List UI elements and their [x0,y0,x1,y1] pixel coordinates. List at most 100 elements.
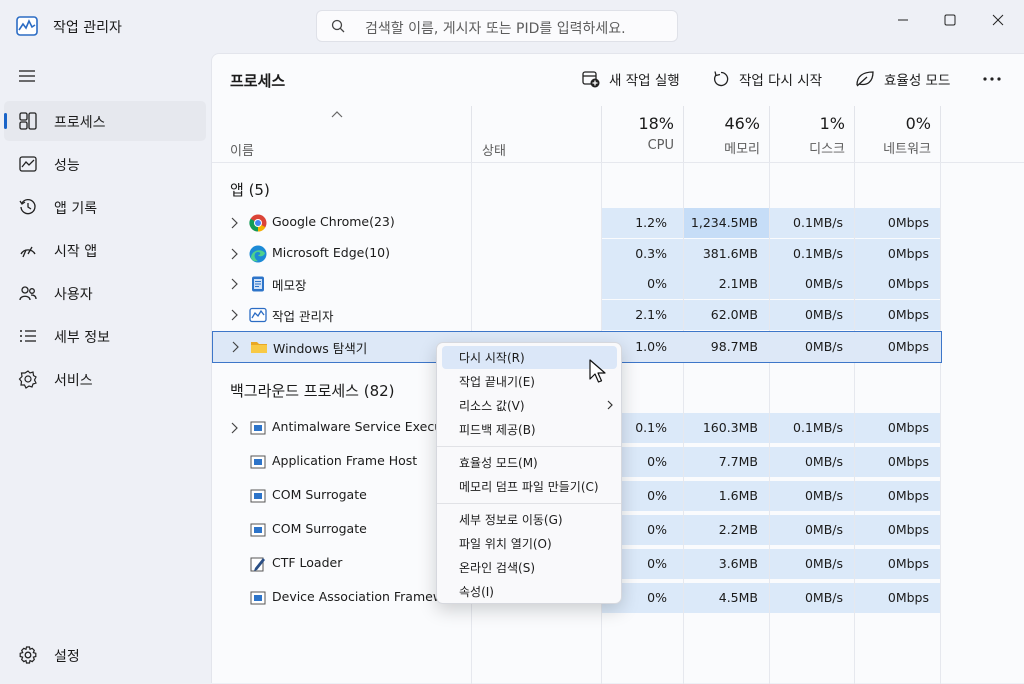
column-header-memory[interactable]: 46% 메모리 [684,114,760,157]
network-label: 네트워크 [883,142,931,157]
new-task-button[interactable]: 새 작업 실행 [582,64,680,94]
column-header-status[interactable]: 상태 [482,140,506,159]
menu-item-label: 피드백 제공(B) [459,423,536,437]
network-cell: 0Mbps [855,583,940,613]
sidebar-item-app-history[interactable]: 앱 기록 [4,187,206,227]
process-name: Application Frame Host [272,453,418,468]
memory-cell: 7.7MB [684,447,769,477]
menu-item-search-online[interactable]: 온라인 검색(S) [442,556,617,579]
memory-cell: 4.5MB [684,583,769,613]
close-button[interactable] [975,8,1021,32]
maximize-button[interactable] [927,8,973,32]
gear-icon [18,645,38,665]
menu-item-properties[interactable]: 속성(I) [442,580,617,603]
service-icon [249,521,267,539]
sidebar-item-processes[interactable]: 프로세스 [4,101,206,141]
menu-item-label: 효율성 모드(M) [459,456,538,470]
service-icon [249,589,267,607]
chevron-right-icon[interactable] [231,341,239,353]
memory-cell: 381.6MB [684,239,769,269]
restart-task-label: 작업 다시 시작 [739,73,823,89]
search-box[interactable]: 검색할 이름, 게시자 또는 PID를 입력하세요. [316,10,678,42]
disk-cell: 0MB/s [804,339,843,354]
cpu-total: 18% [638,114,674,133]
settings-label: 설정 [54,649,80,665]
memory-cell: 3.6MB [684,549,769,579]
menu-item-efficiency-mode[interactable]: 효율성 모드(M) [442,451,617,474]
hamburger-menu-button[interactable] [18,68,36,84]
network-cell: 0Mbps [887,339,929,354]
network-cell: 0Mbps [855,447,940,477]
sidebar-item-performance[interactable]: 성능 [4,144,206,184]
column-header-cpu[interactable]: 18% CPU [602,114,674,153]
menu-item-label: 작업 끝내기(E) [459,375,535,389]
more-options-button[interactable] [982,70,1002,88]
cpu-cell: 2.1% [602,300,683,330]
disk-total: 1% [819,114,845,133]
restart-icon [713,71,729,87]
task-manager-icon [249,306,267,324]
sidebar-item-details[interactable]: 세부 정보 [4,316,206,356]
menu-item-label: 다시 시작(R) [459,351,525,365]
sidebar-item-users[interactable]: 사용자 [4,273,206,313]
table-row[interactable]: 메모장 0% 2.1MB 0MB/s 0Mbps [212,269,942,299]
menu-item-label: 속성(I) [459,585,494,599]
menu-item-resource-values[interactable]: 리소스 값(V) [442,394,617,417]
search-input[interactable]: 검색할 이름, 게시자 또는 PID를 입력하세요. [365,18,626,38]
notepad-icon [249,275,267,293]
table-row[interactable]: Google Chrome(23) 1.2% 1,234.5MB 0.1MB/s… [212,208,942,238]
menu-item-label: 메모리 덤프 파일 만들기(C) [459,480,599,494]
efficiency-mode-button[interactable]: 효율성 모드 [855,64,950,94]
minimize-button[interactable] [880,8,926,32]
table-row[interactable]: 작업 관리자 2.1% 62.0MB 0MB/s 0Mbps [212,300,942,330]
chevron-right-icon[interactable] [230,422,238,434]
network-cell: 0Mbps [855,269,940,299]
restart-task-button[interactable]: 작업 다시 시작 [712,64,822,94]
pen-icon [249,555,267,573]
users-icon [18,283,38,303]
network-total: 0% [905,114,931,133]
process-name: 작업 관리자 [272,309,334,324]
sidebar-item-settings[interactable]: 설정 [4,635,206,675]
startup-apps-icon [18,240,38,260]
column-header-disk[interactable]: 1% 디스크 [770,114,845,157]
new-task-label: 새 작업 실행 [609,73,680,89]
chevron-right-icon[interactable] [230,309,238,321]
minimize-icon [898,19,908,21]
chevron-right-icon [607,400,613,410]
disk-cell: 0MB/s [770,549,854,579]
app-history-icon [18,197,38,217]
column-header-name[interactable]: 이름 [230,140,254,159]
new-task-icon [582,71,600,88]
sidebar-item-services[interactable]: 서비스 [4,359,206,399]
memory-total: 46% [724,114,760,133]
network-cell: 0Mbps [855,481,940,511]
services-icon [18,369,38,389]
menu-item-feedback[interactable]: 피드백 제공(B) [442,418,617,441]
process-name: CTF Loader [272,555,343,570]
process-name: Windows 탐색기 [273,341,368,356]
process-name: COM Surrogate [272,521,367,536]
chrome-icon [249,214,267,232]
title-bar: 작업 관리자 검색할 이름, 게시자 또는 PID를 입력하세요. [0,0,1024,52]
details-icon [18,326,38,346]
mouse-cursor-icon [589,359,607,385]
menu-item-open-file-location[interactable]: 파일 위치 열기(O) [442,532,617,555]
sort-ascending-icon [331,110,343,118]
sidebar-item-startup-apps[interactable]: 시작 앱 [4,230,206,270]
menu-item-label: 리소스 값(V) [459,399,525,413]
menu-item-create-dump[interactable]: 메모리 덤프 파일 만들기(C) [442,475,617,498]
table-row[interactable]: Microsoft Edge(10) 0.3% 381.6MB 0.1MB/s … [212,239,942,269]
memory-cell: 1,234.5MB [684,208,769,238]
menu-item-go-to-details[interactable]: 세부 정보로 이동(G) [442,508,617,531]
memory-cell: 98.7MB [710,339,758,354]
chevron-right-icon[interactable] [230,248,238,260]
process-name: COM Surrogate [272,487,367,502]
column-header-network[interactable]: 0% 네트워크 [855,114,931,157]
chevron-right-icon[interactable] [230,217,238,229]
menu-separator [437,446,621,447]
memory-cell: 2.1MB [684,269,769,299]
chevron-right-icon[interactable] [230,278,238,290]
menu-item-label: 파일 위치 열기(O) [459,537,552,551]
maximize-icon [944,14,956,26]
